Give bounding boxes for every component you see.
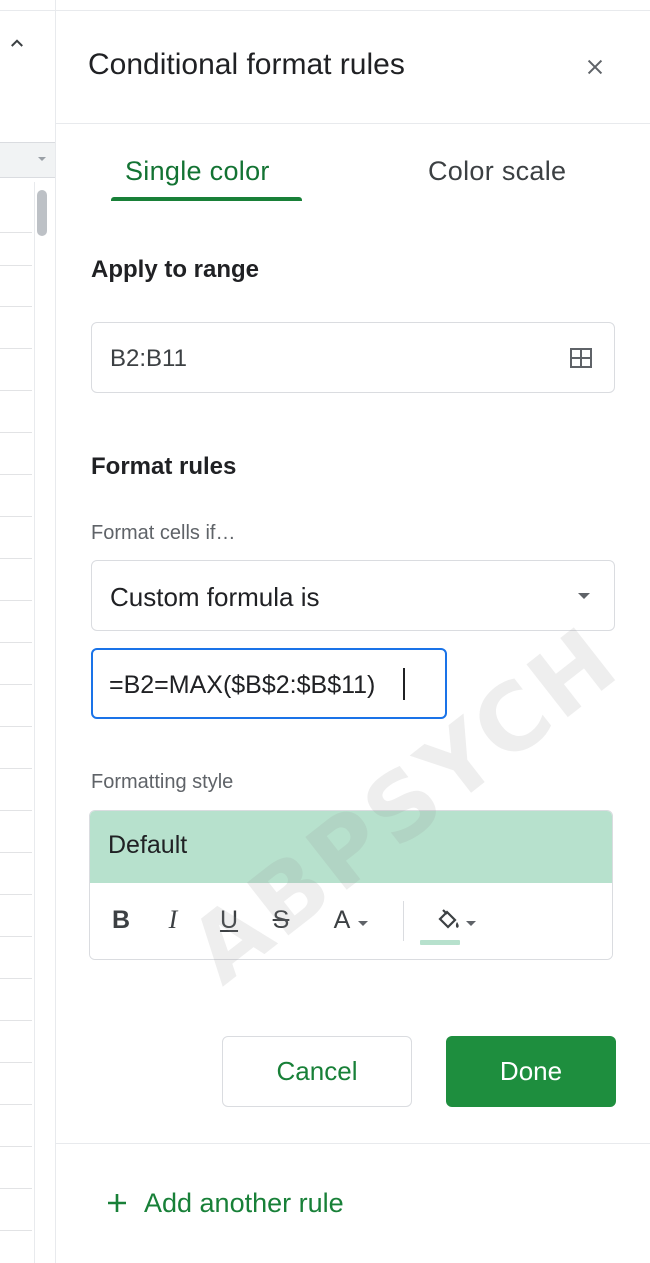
row-gridline bbox=[0, 600, 32, 601]
style-preset-dropdown[interactable]: Default bbox=[90, 811, 612, 883]
close-button[interactable] bbox=[580, 52, 610, 82]
row-gridline bbox=[0, 516, 32, 517]
chevron-up-icon bbox=[11, 39, 23, 47]
scrollbar-thumb[interactable] bbox=[37, 190, 47, 236]
cancel-button[interactable]: Cancel bbox=[222, 1036, 412, 1107]
row-gridline bbox=[0, 1062, 32, 1063]
active-tab-indicator bbox=[111, 197, 302, 201]
row-gridline bbox=[0, 474, 32, 475]
apply-to-range-label: Apply to range bbox=[91, 256, 260, 283]
paint-bucket-icon bbox=[438, 909, 459, 929]
formatting-toolbar: B I U S A bbox=[90, 883, 612, 959]
formatting-style-box: Default B I U S A bbox=[89, 810, 613, 960]
fill-color-arrow-icon[interactable] bbox=[466, 921, 476, 926]
range-input[interactable]: B2:B11 bbox=[91, 322, 615, 393]
row-gridline bbox=[0, 1188, 32, 1189]
row-gridline bbox=[0, 265, 32, 266]
text-color-icon: A bbox=[333, 905, 351, 934]
strikethrough-button[interactable]: S bbox=[268, 903, 294, 937]
bold-button[interactable]: B bbox=[108, 903, 134, 937]
row-gridline bbox=[0, 852, 32, 853]
row-gridline bbox=[0, 1020, 32, 1021]
panel-title: Conditional format rules bbox=[88, 48, 405, 81]
spreadsheet-strip bbox=[0, 0, 55, 1263]
tab-single-color[interactable]: Single color bbox=[125, 156, 270, 187]
row-gridline bbox=[0, 768, 32, 769]
row-gridline bbox=[0, 432, 32, 433]
toolbar-separator bbox=[403, 901, 404, 941]
text-color-button[interactable]: A bbox=[326, 903, 376, 937]
row-gridline bbox=[0, 1146, 32, 1147]
fill-color-swatch bbox=[420, 940, 460, 945]
format-cells-if-label: Format cells if… bbox=[91, 522, 236, 544]
custom-formula-input[interactable]: =B2=MAX($B$2:$B$11) bbox=[91, 648, 447, 719]
done-button[interactable]: Done bbox=[446, 1036, 616, 1107]
close-icon bbox=[587, 59, 603, 75]
row-gridline bbox=[0, 936, 32, 937]
condition-dropdown[interactable]: Custom formula is bbox=[91, 560, 615, 631]
row-gridline bbox=[0, 348, 32, 349]
row-gridline bbox=[0, 558, 32, 559]
add-another-rule-link[interactable]: Add another rule bbox=[104, 1183, 344, 1223]
row-gridline bbox=[0, 726, 32, 727]
text-caret bbox=[403, 668, 405, 700]
range-value[interactable]: B2:B11 bbox=[110, 345, 187, 373]
formula-value[interactable]: =B2=MAX($B$2:$B$11) bbox=[109, 671, 375, 700]
column-dropdown-icon[interactable] bbox=[35, 152, 49, 166]
underline-button[interactable]: U bbox=[216, 903, 242, 937]
row-gridline bbox=[0, 684, 32, 685]
footer-divider bbox=[56, 1143, 650, 1144]
row-gridline bbox=[0, 390, 32, 391]
format-rules-label: Format rules bbox=[91, 453, 237, 480]
row-gridline bbox=[0, 1230, 32, 1231]
italic-button[interactable]: I bbox=[160, 903, 186, 937]
row-gridline bbox=[0, 232, 32, 233]
row-gridline bbox=[0, 810, 32, 811]
conditional-format-panel: Conditional format rules Single color Co… bbox=[56, 0, 650, 1263]
add-rule-label: Add another rule bbox=[144, 1187, 344, 1218]
condition-value: Custom formula is bbox=[110, 582, 320, 612]
plus-icon bbox=[108, 1194, 126, 1212]
dropdown-arrow-icon bbox=[578, 593, 590, 599]
row-gridline bbox=[0, 1104, 32, 1105]
formatting-style-label: Formatting style bbox=[91, 771, 234, 793]
row-gridline bbox=[0, 306, 32, 307]
vertical-scrollbar[interactable] bbox=[34, 182, 50, 1263]
row-gridline bbox=[0, 894, 32, 895]
fill-color-button[interactable] bbox=[418, 903, 478, 937]
collapse-up-button[interactable] bbox=[4, 30, 30, 56]
header-divider bbox=[56, 123, 650, 124]
tab-color-scale[interactable]: Color scale bbox=[428, 156, 566, 187]
row-gridline bbox=[0, 642, 32, 643]
text-color-arrow-icon bbox=[358, 920, 369, 926]
grid-select-icon[interactable] bbox=[568, 345, 594, 371]
style-preset-value: Default bbox=[108, 831, 188, 859]
row-gridline bbox=[0, 978, 32, 979]
